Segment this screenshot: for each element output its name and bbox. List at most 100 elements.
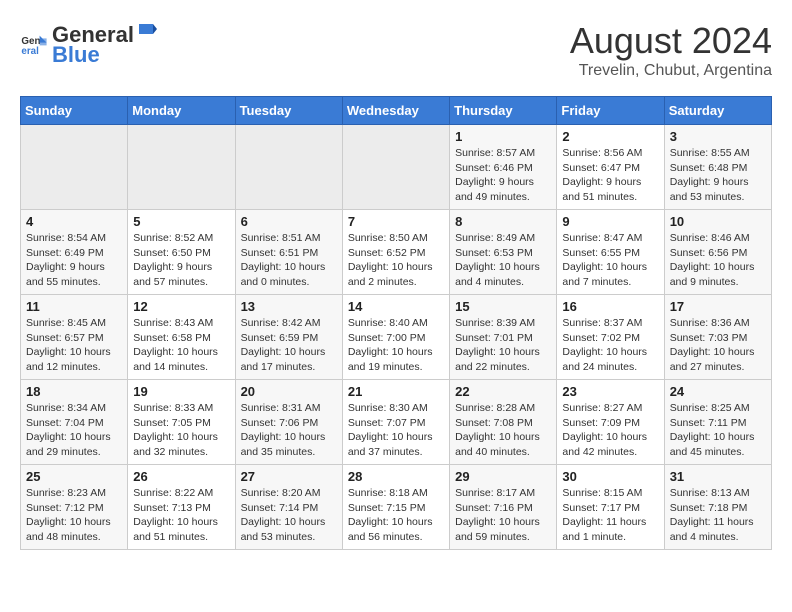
- day-info: Sunrise: 8:25 AM Sunset: 7:11 PM Dayligh…: [670, 401, 766, 460]
- calendar-cell: 27Sunrise: 8:20 AM Sunset: 7:14 PM Dayli…: [235, 465, 342, 550]
- day-info: Sunrise: 8:42 AM Sunset: 6:59 PM Dayligh…: [241, 316, 337, 375]
- calendar-cell: [342, 125, 449, 210]
- day-number: 29: [455, 469, 551, 484]
- day-info: Sunrise: 8:18 AM Sunset: 7:15 PM Dayligh…: [348, 486, 444, 545]
- day-number: 1: [455, 129, 551, 144]
- day-number: 9: [562, 214, 658, 229]
- day-info: Sunrise: 8:37 AM Sunset: 7:02 PM Dayligh…: [562, 316, 658, 375]
- day-info: Sunrise: 8:50 AM Sunset: 6:52 PM Dayligh…: [348, 231, 444, 290]
- day-number: 5: [133, 214, 229, 229]
- calendar-cell: 4 Sunrise: 8:54 AM Sunset: 6:49 PM Daylig…: [21, 210, 128, 295]
- calendar-cell: 5 Sunrise: 8:52 AM Sunset: 6:50 PM Daylig…: [128, 210, 235, 295]
- day-number: 31: [670, 469, 766, 484]
- calendar-cell: 20 Sunrise: 8:31 AM Sunset: 7:06 PM Dayli…: [235, 380, 342, 465]
- day-number: 13: [241, 299, 337, 314]
- day-number: 26: [133, 469, 229, 484]
- day-info: Sunrise: 8:22 AM Sunset: 7:13 PM Dayligh…: [133, 486, 229, 545]
- calendar-cell: 6 Sunrise: 8:51 AM Sunset: 6:51 PM Daylig…: [235, 210, 342, 295]
- day-number: 10: [670, 214, 766, 229]
- day-info: Sunrise: 8:13 AM Sunset: 7:18 PM Dayligh…: [670, 486, 766, 545]
- calendar-cell: [128, 125, 235, 210]
- calendar-week-row: 4 Sunrise: 8:54 AM Sunset: 6:49 PM Daylig…: [21, 210, 772, 295]
- day-number: 3: [670, 129, 766, 144]
- day-number: 16: [562, 299, 658, 314]
- day-info: Sunrise: 8:40 AM Sunset: 7:00 PM Dayligh…: [348, 316, 444, 375]
- calendar-cell: 22 Sunrise: 8:28 AM Sunset: 7:08 PM Dayli…: [450, 380, 557, 465]
- day-header-thursday: Thursday: [450, 97, 557, 125]
- day-number: 28: [348, 469, 444, 484]
- day-info: Sunrise: 8:56 AM Sunset: 6:47 PM Dayligh…: [562, 146, 658, 205]
- day-number: 19: [133, 384, 229, 399]
- day-info: Sunrise: 8:51 AM Sunset: 6:51 PM Dayligh…: [241, 231, 337, 290]
- day-number: 30: [562, 469, 658, 484]
- calendar-cell: 12Sunrise: 8:43 AM Sunset: 6:58 PM Dayli…: [128, 295, 235, 380]
- calendar-cell: 21Sunrise: 8:30 AM Sunset: 7:07 PM Dayli…: [342, 380, 449, 465]
- calendar-week-row: 1 Sunrise: 8:57 AM Sunset: 6:46 PM Daylig…: [21, 125, 772, 210]
- day-info: Sunrise: 8:28 AM Sunset: 7:08 PM Dayligh…: [455, 401, 551, 460]
- day-number: 12: [133, 299, 229, 314]
- page-header: Gen eral General Blue August 2024 Trevel…: [20, 20, 772, 80]
- day-info: Sunrise: 8:34 AM Sunset: 7:04 PM Dayligh…: [26, 401, 122, 460]
- calendar-cell: 30 Sunrise: 8:15 AM Sunset: 7:17 PM Dayli…: [557, 465, 664, 550]
- calendar-week-row: 25 Sunrise: 8:23 AM Sunset: 7:12 PM Dayli…: [21, 465, 772, 550]
- logo-flag-icon: [135, 20, 157, 42]
- day-number: 24: [670, 384, 766, 399]
- logo-text: General Blue: [52, 20, 158, 68]
- day-number: 15: [455, 299, 551, 314]
- day-info: Sunrise: 8:31 AM Sunset: 7:06 PM Dayligh…: [241, 401, 337, 460]
- logo: Gen eral General Blue: [20, 20, 158, 68]
- day-info: Sunrise: 8:15 AM Sunset: 7:17 PM Dayligh…: [562, 486, 658, 545]
- day-header-sunday: Sunday: [21, 97, 128, 125]
- logo-icon: Gen eral: [20, 30, 48, 58]
- calendar-cell: 25 Sunrise: 8:23 AM Sunset: 7:12 PM Dayli…: [21, 465, 128, 550]
- calendar-cell: 16 Sunrise: 8:37 AM Sunset: 7:02 PM Dayli…: [557, 295, 664, 380]
- calendar-cell: 2 Sunrise: 8:56 AM Sunset: 6:47 PM Daylig…: [557, 125, 664, 210]
- day-number: 18: [26, 384, 122, 399]
- day-info: Sunrise: 8:47 AM Sunset: 6:55 PM Dayligh…: [562, 231, 658, 290]
- day-number: 4: [26, 214, 122, 229]
- calendar-cell: 13 Sunrise: 8:42 AM Sunset: 6:59 PM Dayli…: [235, 295, 342, 380]
- day-info: Sunrise: 8:39 AM Sunset: 7:01 PM Dayligh…: [455, 316, 551, 375]
- calendar-cell: 9 Sunrise: 8:47 AM Sunset: 6:55 PM Daylig…: [557, 210, 664, 295]
- calendar-cell: 11 Sunrise: 8:45 AM Sunset: 6:57 PM Dayli…: [21, 295, 128, 380]
- calendar-cell: 28 Sunrise: 8:18 AM Sunset: 7:15 PM Dayli…: [342, 465, 449, 550]
- day-number: 11: [26, 299, 122, 314]
- day-info: Sunrise: 8:23 AM Sunset: 7:12 PM Dayligh…: [26, 486, 122, 545]
- calendar-cell: 8Sunrise: 8:49 AM Sunset: 6:53 PM Daylig…: [450, 210, 557, 295]
- day-header-monday: Monday: [128, 97, 235, 125]
- calendar-cell: 7 Sunrise: 8:50 AM Sunset: 6:52 PM Daylig…: [342, 210, 449, 295]
- svg-text:eral: eral: [21, 46, 39, 57]
- day-info: Sunrise: 8:52 AM Sunset: 6:50 PM Dayligh…: [133, 231, 229, 290]
- day-number: 20: [241, 384, 337, 399]
- day-number: 23: [562, 384, 658, 399]
- location-subtitle: Trevelin, Chubut, Argentina: [570, 62, 772, 80]
- day-header-friday: Friday: [557, 97, 664, 125]
- calendar-cell: 15 Sunrise: 8:39 AM Sunset: 7:01 PM Dayli…: [450, 295, 557, 380]
- calendar-cell: 18 Sunrise: 8:34 AM Sunset: 7:04 PM Dayli…: [21, 380, 128, 465]
- calendar-cell: [21, 125, 128, 210]
- day-number: 17: [670, 299, 766, 314]
- day-info: Sunrise: 8:27 AM Sunset: 7:09 PM Dayligh…: [562, 401, 658, 460]
- day-info: Sunrise: 8:30 AM Sunset: 7:07 PM Dayligh…: [348, 401, 444, 460]
- day-number: 25: [26, 469, 122, 484]
- day-info: Sunrise: 8:46 AM Sunset: 6:56 PM Dayligh…: [670, 231, 766, 290]
- day-info: Sunrise: 8:54 AM Sunset: 6:49 PM Dayligh…: [26, 231, 122, 290]
- calendar-week-row: 11 Sunrise: 8:45 AM Sunset: 6:57 PM Dayli…: [21, 295, 772, 380]
- calendar-table: SundayMondayTuesdayWednesdayThursdayFrid…: [20, 96, 772, 550]
- calendar-cell: 24 Sunrise: 8:25 AM Sunset: 7:11 PM Dayli…: [664, 380, 771, 465]
- day-header-tuesday: Tuesday: [235, 97, 342, 125]
- day-number: 7: [348, 214, 444, 229]
- day-info: Sunrise: 8:49 AM Sunset: 6:53 PM Dayligh…: [455, 231, 551, 290]
- day-number: 2: [562, 129, 658, 144]
- day-info: Sunrise: 8:45 AM Sunset: 6:57 PM Dayligh…: [26, 316, 122, 375]
- calendar-cell: 1 Sunrise: 8:57 AM Sunset: 6:46 PM Daylig…: [450, 125, 557, 210]
- day-number: 6: [241, 214, 337, 229]
- calendar-week-row: 18 Sunrise: 8:34 AM Sunset: 7:04 PM Dayli…: [21, 380, 772, 465]
- day-info: Sunrise: 8:57 AM Sunset: 6:46 PM Dayligh…: [455, 146, 551, 205]
- day-header-wednesday: Wednesday: [342, 97, 449, 125]
- day-info: Sunrise: 8:20 AM Sunset: 7:14 PM Dayligh…: [241, 486, 337, 545]
- day-number: 14: [348, 299, 444, 314]
- day-header-saturday: Saturday: [664, 97, 771, 125]
- day-number: 22: [455, 384, 551, 399]
- day-info: Sunrise: 8:33 AM Sunset: 7:05 PM Dayligh…: [133, 401, 229, 460]
